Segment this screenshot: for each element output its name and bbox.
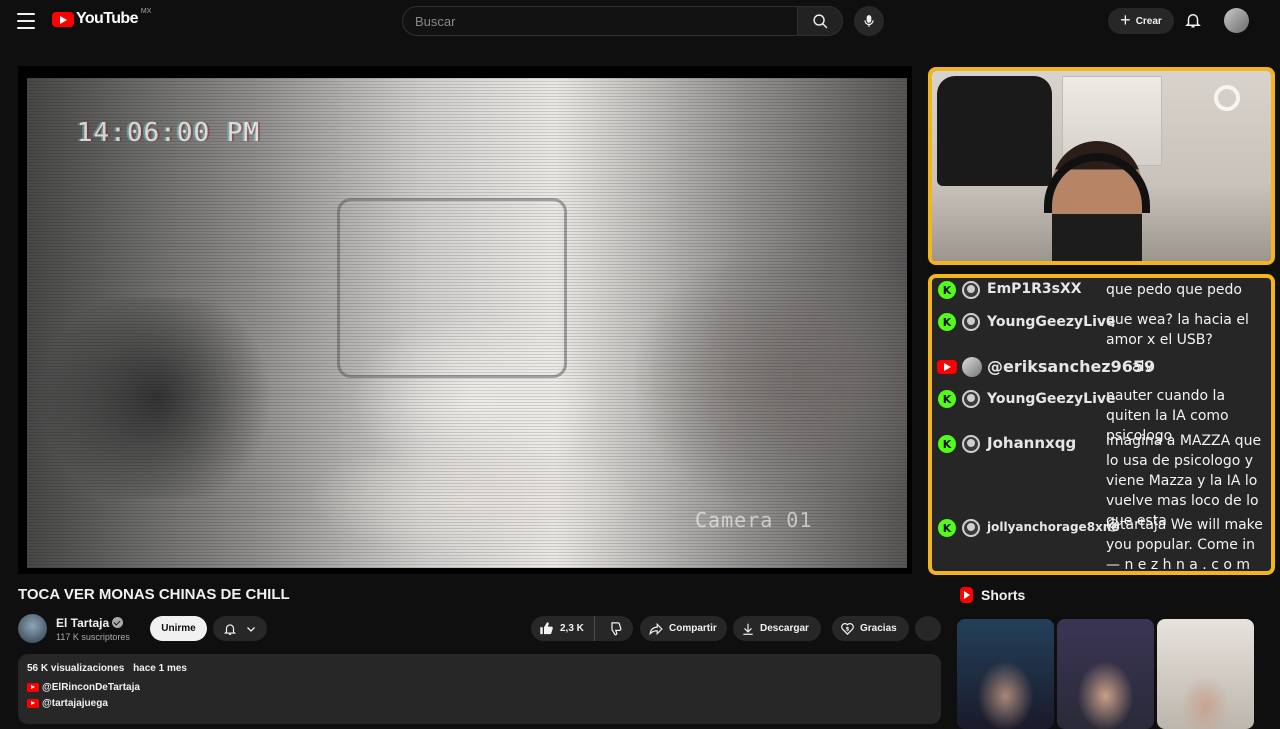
download-label: Descargar (760, 623, 809, 634)
logo-text: YouTube (76, 10, 138, 27)
shorts-header: Shorts (960, 587, 1025, 603)
webcam-jacket (937, 76, 1052, 186)
view-count: 56 K visualizaciones (27, 663, 125, 674)
kick-badge-icon: K (938, 281, 956, 299)
account-avatar[interactable] (1224, 8, 1249, 33)
youtube-logo[interactable]: YouTube MX (52, 7, 152, 28)
chat-text: @tartaja We will make you popular. Come … (1106, 517, 1263, 573)
vhs-camera-label: Camera 01 (695, 508, 813, 532)
short-thumbnail[interactable] (957, 619, 1054, 729)
thanks-label: Gracias (860, 623, 897, 634)
description-box[interactable]: 56 K visualizaciones hace 1 mes @ElRinco… (18, 654, 941, 724)
create-button[interactable]: + Crear (1108, 8, 1174, 34)
chat-username: EmP1R3sXX (987, 281, 1082, 297)
plus-icon: + (1120, 10, 1131, 30)
search-box (402, 6, 798, 36)
kick-badge-icon: K (938, 435, 956, 453)
chat-username: YoungGeezyLive (987, 391, 1116, 407)
description-meta: 56 K visualizaciones hace 1 mes (27, 663, 932, 674)
thumbs-down-icon (610, 622, 621, 636)
kick-badge-icon: K (938, 390, 956, 408)
subscription-bell-button[interactable] (213, 616, 267, 641)
country-code: MX (140, 7, 152, 15)
youtube-icon (27, 699, 39, 708)
bell-icon (223, 623, 237, 635)
user-icon (962, 519, 980, 537)
description-link[interactable]: @ElRinconDeTartaja (27, 682, 932, 693)
verified-icon (112, 617, 124, 628)
download-icon (743, 623, 753, 635)
ring-light (1214, 85, 1240, 111)
notifications-button[interactable] (1184, 11, 1204, 31)
voice-search-button[interactable] (854, 6, 884, 36)
description-link-text: @ElRinconDeTartaja (42, 682, 140, 693)
more-actions-button[interactable] (915, 616, 941, 641)
youtube-badge-icon (937, 360, 957, 374)
thanks-button[interactable]: $ Gracias (832, 616, 909, 641)
youtube-icon (27, 683, 39, 692)
like-dislike-group: 2,3 K (531, 616, 633, 641)
description-link-text: @tartajajuega (42, 698, 108, 709)
chat-username: YoungGeezyLive (987, 314, 1116, 330)
channel-avatar[interactable] (18, 614, 47, 643)
like-button[interactable]: 2,3 K (531, 616, 595, 641)
video-player[interactable]: 14:06:00 PM Camera 01 ▦ (18, 66, 912, 574)
top-bar: YouTube MX + Crear (0, 0, 1280, 42)
kick-badge-icon: K (938, 313, 956, 331)
streamer-webcam (928, 67, 1275, 265)
chevron-down-icon (247, 626, 255, 632)
upload-date: hace 1 mes (133, 663, 187, 674)
share-label: Compartir (669, 623, 717, 634)
create-label: Crear (1135, 15, 1162, 27)
chat-text: que pedo que pedo (1106, 282, 1243, 298)
chat-username: Johannxqg (987, 434, 1077, 452)
dislike-button[interactable] (595, 616, 633, 641)
short-thumbnail[interactable] (1157, 619, 1254, 729)
youtube-logo-icon (52, 11, 74, 27)
chat-username: jollyanchorage8xno (987, 520, 1120, 534)
user-icon (962, 435, 980, 453)
menu-icon[interactable] (16, 11, 36, 31)
bell-icon (1185, 14, 1201, 28)
super-thanks-icon: $ (841, 623, 854, 636)
share-button[interactable]: Compartir (640, 616, 727, 641)
shorts-label: Shorts (981, 587, 1026, 603)
download-button[interactable]: Descargar (733, 616, 821, 641)
join-button[interactable]: Unirme (150, 616, 207, 641)
kick-badge-icon: K (938, 519, 956, 537)
like-count: 2,3 K (560, 623, 584, 634)
search-input[interactable] (415, 13, 797, 29)
channel-name[interactable]: El Tartaja (56, 616, 124, 630)
chat-text: que wea? la hacia el amor x el USB? (1106, 312, 1249, 348)
chat-username: @eriksanchez9659 (987, 357, 1156, 376)
user-icon (962, 390, 980, 408)
scanline-overlay (27, 78, 907, 568)
subscriber-count: 117 K suscriptores (56, 632, 130, 642)
shorts-icon (960, 587, 973, 603)
chat-overlay: K EmP1R3sXX que pedo que pedo K YoungGee… (928, 274, 1275, 575)
user-avatar (962, 357, 982, 377)
user-icon (962, 281, 980, 299)
share-icon (649, 622, 663, 635)
thumbs-up-icon (540, 622, 553, 635)
channel-name-text: El Tartaja (56, 616, 110, 630)
user-icon (962, 313, 980, 331)
video-title: TOCA VER MONAS CHINAS DE CHILL (18, 586, 290, 603)
description-link[interactable]: @tartajajuega (27, 698, 932, 709)
vhs-timestamp: 14:06:00 PM (77, 118, 261, 148)
chat-text: alv (1132, 359, 1153, 375)
video-frame: 14:06:00 PM Camera 01 (27, 78, 907, 568)
search-button[interactable] (797, 6, 843, 36)
svg-text:$: $ (846, 626, 850, 632)
microphone-icon (864, 15, 874, 27)
short-thumbnail[interactable] (1057, 619, 1154, 729)
search-icon (812, 13, 827, 28)
